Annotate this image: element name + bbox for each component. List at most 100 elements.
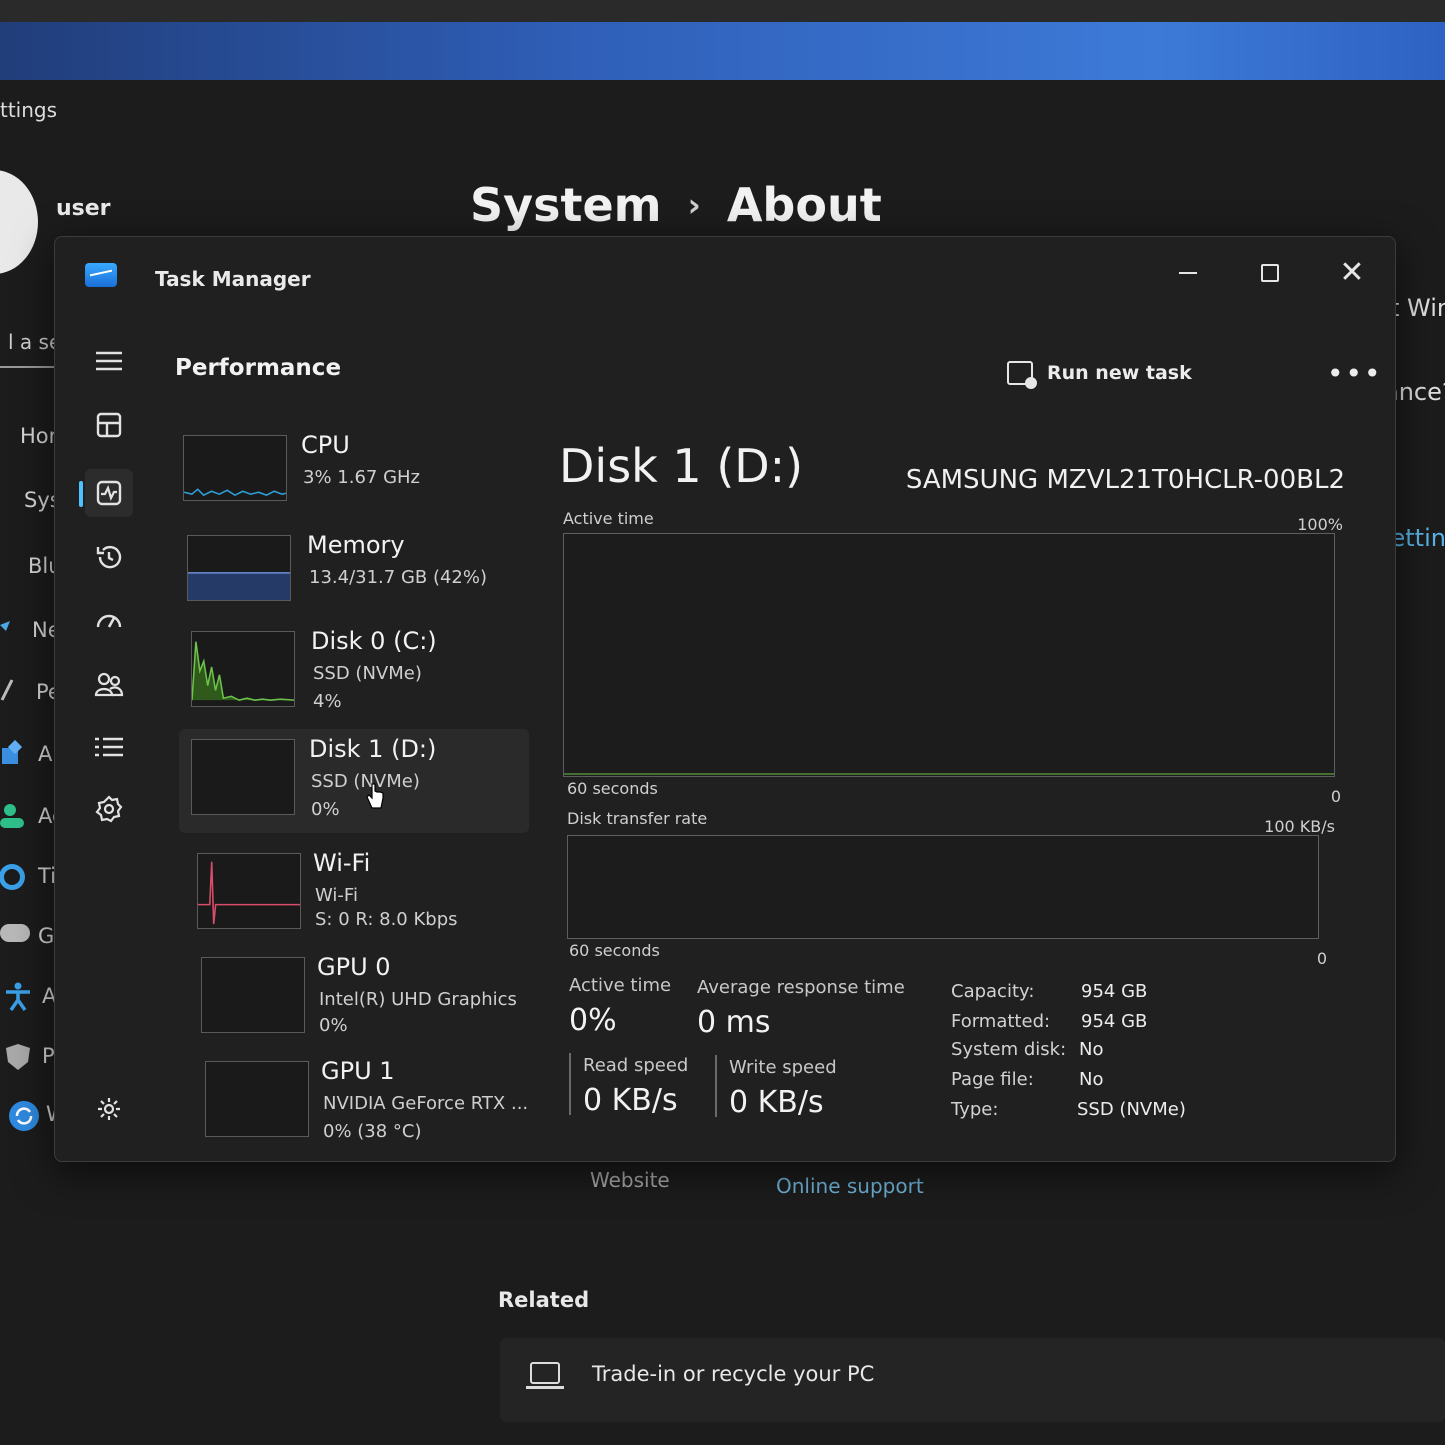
device-detail: 13.4/31.7 GB (42%) <box>309 567 488 588</box>
settings-icon <box>98 1098 120 1120</box>
device-name: CPU <box>301 431 350 459</box>
transfer-rate-chart-span: 60 seconds <box>569 941 660 960</box>
transfer-rate-chart-max: 100 KB/s <box>1264 817 1335 836</box>
navigation-rail <box>75 337 151 1147</box>
chevron-right-icon: › <box>687 186 701 224</box>
device-item-disk-1[interactable]: Disk 1 (D:) SSD (NVMe) 0% <box>179 729 529 833</box>
cpu-thumbnail-graph <box>183 435 287 501</box>
performance-icon <box>96 480 122 506</box>
settings-window-title: ttings <box>0 98 58 122</box>
device-item-memory[interactable]: Memory 13.4/31.7 GB (42%) <box>173 525 523 629</box>
device-name: Disk 0 (C:) <box>311 627 437 655</box>
formatted-label: Formatted: <box>951 1011 1051 1032</box>
active-tab-indicator <box>79 481 83 507</box>
device-item-wifi[interactable]: Wi-Fi Wi-Fi S: 0 R: 8.0 Kbps <box>173 843 523 947</box>
startup-apps-tab[interactable] <box>85 597 133 645</box>
online-support-link[interactable]: Online support <box>776 1174 924 1198</box>
services-icon <box>95 795 123 823</box>
active-time-label: Active time <box>569 975 672 996</box>
maximize-button[interactable] <box>1247 255 1293 291</box>
disk-model: SAMSUNG MZVL21T0HCLR-00BL2 <box>905 465 1345 495</box>
capacity-value: 954 GB <box>1081 981 1148 1002</box>
settings-right-text-1: t Win <box>1390 294 1445 322</box>
network-icon <box>0 616 22 644</box>
accessibility-icon <box>4 982 32 1012</box>
accounts-icon <box>0 802 28 830</box>
settings-button[interactable] <box>85 1085 133 1133</box>
startup-icon <box>96 614 122 628</box>
gpu-0-thumbnail-graph <box>201 957 305 1033</box>
app-history-tab[interactable] <box>85 533 133 581</box>
breadcrumb-system[interactable]: System <box>470 178 662 232</box>
personalization-icon <box>0 678 26 706</box>
details-tab[interactable] <box>85 723 133 771</box>
avg-response-label: Average response time <box>697 977 905 998</box>
page-title: Performance <box>175 355 342 381</box>
hamburger-button[interactable] <box>85 337 133 385</box>
device-name: Disk 1 (D:) <box>309 735 437 763</box>
device-item-disk-0[interactable]: Disk 0 (C:) SSD (NVMe) 4% <box>173 621 523 725</box>
search-input[interactable]: l a set <box>0 326 62 368</box>
transfer-rate-chart-label: Disk transfer rate <box>567 809 708 828</box>
disk-title: Disk 1 (D:) <box>559 439 804 493</box>
run-task-icon <box>1007 361 1037 389</box>
task-manager-icon <box>85 263 117 287</box>
type-label: Type: <box>951 1099 999 1120</box>
write-speed-value: 0 KB/s <box>729 1085 824 1120</box>
system-disk-value: No <box>1079 1039 1104 1060</box>
memory-thumbnail-graph <box>187 535 291 601</box>
user-name: user <box>56 196 111 221</box>
active-time-chart-label: Active time <box>563 509 654 528</box>
close-button[interactable]: ✕ <box>1329 255 1375 291</box>
avg-response-value: 0 ms <box>697 1005 771 1040</box>
minimize-icon <box>1179 272 1197 274</box>
device-detail: Wi-Fi <box>315 885 358 906</box>
shield-icon <box>4 1042 32 1070</box>
formatted-value: 954 GB <box>1081 1011 1148 1032</box>
time-icon <box>0 862 28 890</box>
website-link[interactable]: Website <box>590 1168 670 1192</box>
performance-tab[interactable] <box>85 469 133 517</box>
system-disk-label: System disk: <box>951 1039 1067 1060</box>
breadcrumb-about: About <box>726 178 882 232</box>
write-speed-divider <box>715 1055 717 1117</box>
device-detail: Intel(R) UHD Graphics <box>319 989 517 1010</box>
device-item-gpu-1[interactable]: GPU 1 NVIDIA GeForce RTX ... 0% (38 °C) <box>173 1051 528 1155</box>
device-name: Wi-Fi <box>313 849 371 877</box>
processes-tab[interactable] <box>85 401 133 449</box>
trade-in-label: Trade-in or recycle your PC <box>592 1362 875 1386</box>
monitor-bezel <box>0 0 1445 22</box>
transfer-rate-chart-min: 0 <box>1316 949 1327 968</box>
trade-in-card[interactable]: Trade-in or recycle your PC <box>500 1338 1445 1422</box>
page-file-value: No <box>1079 1069 1104 1090</box>
disk-0-thumbnail-graph <box>191 631 295 707</box>
device-name: GPU 0 <box>317 953 391 981</box>
bluetooth-icon <box>0 552 18 580</box>
processes-icon <box>96 412 122 438</box>
read-speed-divider <box>569 1053 571 1115</box>
device-item-gpu-0[interactable]: GPU 0 Intel(R) UHD Graphics 0% <box>173 947 523 1051</box>
disk-1-thumbnail-graph <box>191 739 295 815</box>
apps-icon <box>0 739 28 768</box>
users-tab[interactable] <box>85 661 133 709</box>
page-file-label: Page file: <box>951 1069 1034 1090</box>
device-name: GPU 1 <box>321 1057 395 1085</box>
active-time-chart-max: 100% <box>1297 515 1343 534</box>
transfer-rate-chart <box>567 835 1319 939</box>
services-tab[interactable] <box>85 785 133 833</box>
device-usage: 0% <box>311 799 340 820</box>
windows-update-icon <box>8 1100 39 1131</box>
title-bar[interactable]: Task Manager ✕ <box>55 237 1395 323</box>
run-new-task-button[interactable]: Run new task <box>1007 361 1192 389</box>
more-options-button[interactable]: ••• <box>1327 357 1383 390</box>
desktop-wallpaper <box>0 22 1445 80</box>
users-icon <box>94 672 124 697</box>
hand-cursor-icon <box>366 783 384 809</box>
app-history-icon <box>96 545 122 569</box>
run-new-task-label: Run new task <box>1047 362 1192 384</box>
capacity-label: Capacity: <box>951 981 1035 1002</box>
minimize-button[interactable] <box>1165 255 1211 291</box>
device-item-cpu[interactable]: CPU 3% 1.67 GHz <box>173 425 523 529</box>
device-usage: 0% <box>319 1015 348 1036</box>
device-name: Memory <box>307 531 405 559</box>
